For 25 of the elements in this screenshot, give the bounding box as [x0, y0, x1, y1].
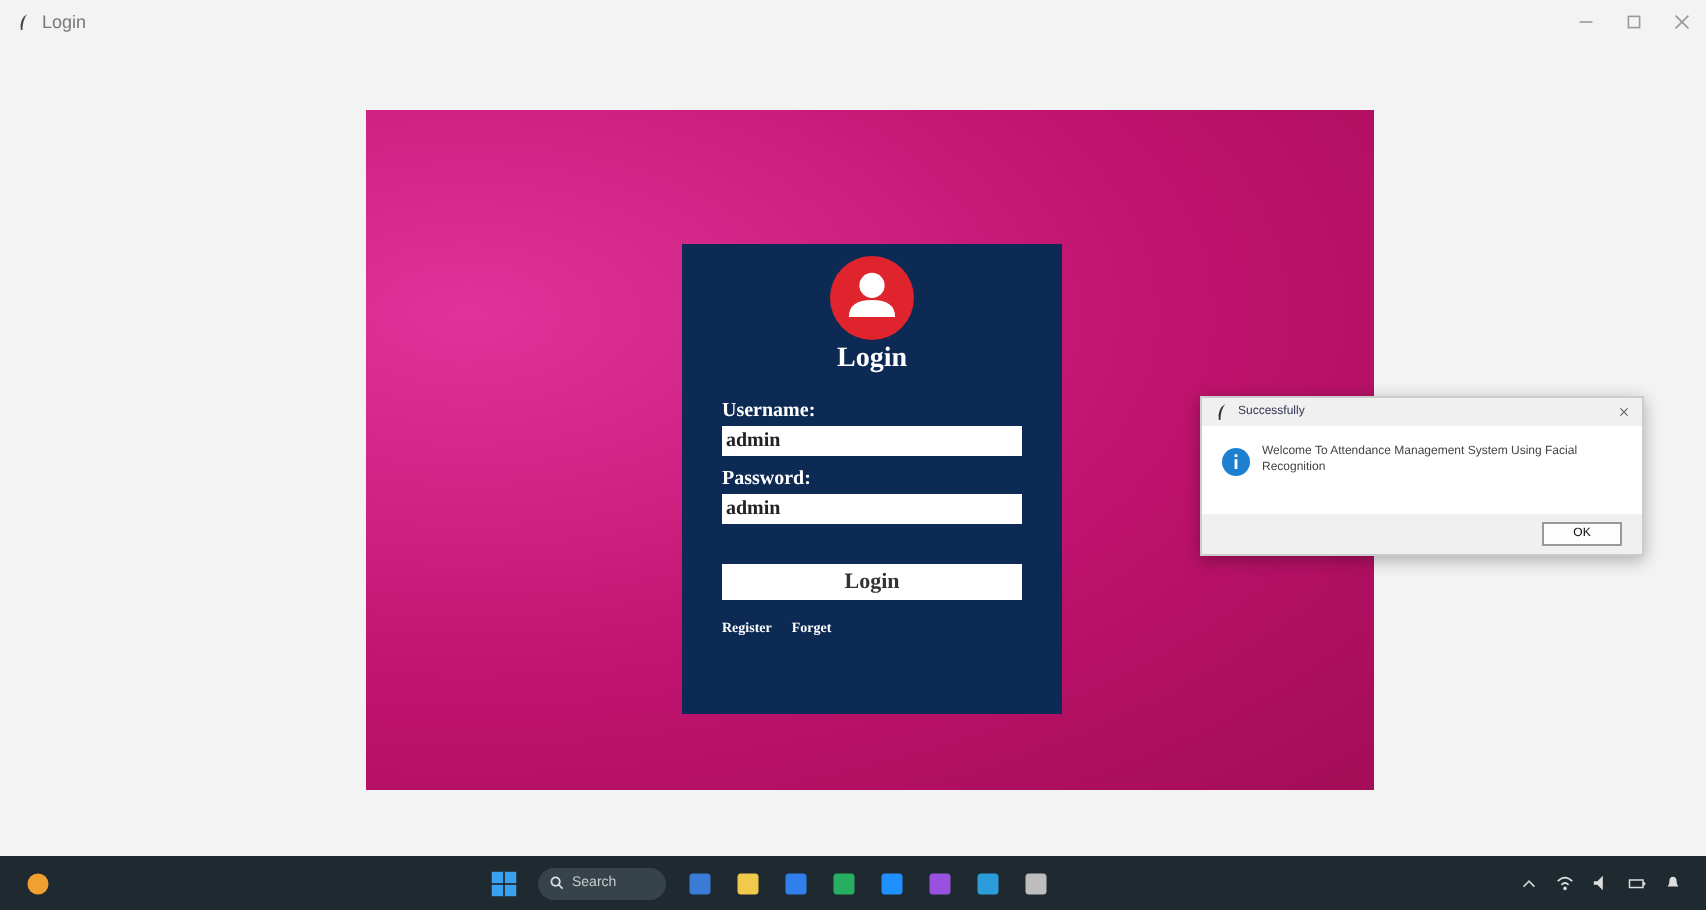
field-label: Password:: [722, 468, 813, 490]
battery-icon[interactable]: [1628, 874, 1646, 892]
wifi-icon[interactable]: [1556, 874, 1574, 892]
search-icon: [550, 876, 564, 890]
login-heading: Login: [836, 344, 907, 376]
windows-icon[interactable]: [490, 869, 518, 897]
chevron-icon[interactable]: [1520, 874, 1538, 892]
app-icon[interactable]: [1022, 869, 1050, 897]
app-icon[interactable]: [974, 869, 1002, 897]
close-icon[interactable]: [1618, 406, 1630, 418]
login-button[interactable]: Login: [722, 564, 1022, 600]
sun-icon[interactable]: [24, 869, 52, 897]
app-icon[interactable]: [830, 869, 858, 897]
user-icon: [830, 256, 914, 340]
info-icon: [1222, 447, 1250, 476]
close-icon[interactable]: [1674, 14, 1690, 30]
app-icon[interactable]: [734, 869, 762, 897]
bell-icon[interactable]: [1664, 874, 1682, 892]
input-field[interactable]: admin: [722, 494, 1022, 524]
window-title: Login: [42, 12, 87, 32]
input-field[interactable]: admin: [722, 426, 1022, 456]
field-label: Username:: [722, 400, 818, 422]
app-icon[interactable]: [878, 869, 906, 897]
maximize-icon[interactable]: [1626, 14, 1642, 30]
app-icon[interactable]: [782, 869, 810, 897]
